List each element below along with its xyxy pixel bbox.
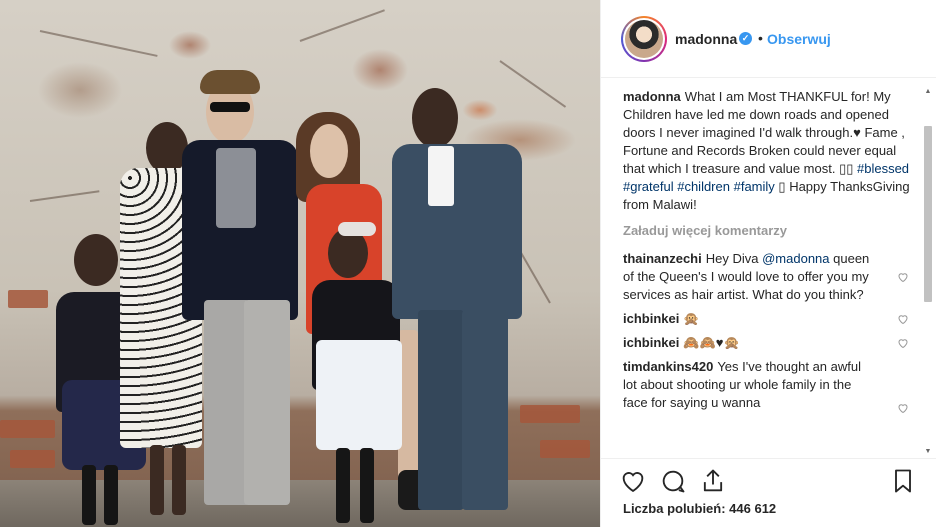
wall-crack xyxy=(39,30,158,57)
caption: madonna What I am Most THANKFUL for! My C… xyxy=(623,88,913,214)
wall-crack xyxy=(299,9,385,42)
comment-username[interactable]: thainanzechi xyxy=(623,251,702,266)
wall-brick xyxy=(0,420,55,438)
comment-item: ichbinkei 🙈🙈♥🙊 xyxy=(623,334,913,352)
hashtag-children[interactable]: #children xyxy=(677,179,730,194)
verified-badge-icon: ✓ xyxy=(739,32,752,45)
comment-text: 🙈🙈♥🙊 xyxy=(683,335,740,350)
avatar[interactable] xyxy=(621,16,667,62)
comment-icon[interactable] xyxy=(659,467,687,495)
wall-brick xyxy=(540,440,590,458)
caption-glyph: ▯ xyxy=(778,179,786,194)
post-photo[interactable] xyxy=(0,0,600,527)
username-link[interactable]: madonna xyxy=(675,31,737,47)
comment-item: thainanzechi Hey Diva @madonna queen of t… xyxy=(623,250,913,304)
wall-brick xyxy=(10,450,55,468)
heart-icon[interactable] xyxy=(619,467,647,495)
post-sidebar: madonna ✓ • Obserwuj madonna What I am Mo… xyxy=(600,0,936,527)
scroll-up-arrow[interactable]: ▲ xyxy=(923,88,933,98)
comment-text: Hey Diva xyxy=(705,251,763,266)
bookmark-icon[interactable] xyxy=(889,467,917,495)
comment-mention[interactable]: @madonna xyxy=(762,251,829,266)
wall-crack xyxy=(519,250,551,304)
share-icon[interactable] xyxy=(699,467,727,495)
load-more-comments-button[interactable]: Załaduj więcej komentarzy xyxy=(623,222,913,240)
hashtag-family[interactable]: #family xyxy=(734,179,775,194)
comment-username[interactable]: timdankins420 xyxy=(623,359,713,374)
caption-username[interactable]: madonna xyxy=(623,89,681,104)
heart-outline-icon[interactable] xyxy=(897,271,909,283)
caption-emoji: ▯▯ xyxy=(839,161,854,176)
scroll-down-arrow[interactable]: ▼ xyxy=(923,448,933,458)
likes-count[interactable]: Liczba polubień: 446 612 xyxy=(623,501,776,516)
heart-outline-icon[interactable] xyxy=(897,313,909,325)
heart-outline-icon[interactable] xyxy=(897,402,909,414)
separator-dot: • xyxy=(758,30,763,46)
hashtag-grateful[interactable]: #grateful xyxy=(623,179,674,194)
follow-button[interactable]: Obserwuj xyxy=(767,31,831,47)
comment-item: timdankins420 Yes I've thought an awful l… xyxy=(623,358,913,414)
action-bar: Liczba polubień: 446 612 xyxy=(601,458,936,527)
heart-outline-icon[interactable] xyxy=(897,337,909,349)
comment-username[interactable]: ichbinkei xyxy=(623,335,679,350)
comment-text: 🙊 xyxy=(683,311,700,326)
wall-brick xyxy=(8,290,48,308)
comments-scrollbar[interactable]: ▲ ▼ xyxy=(923,88,933,458)
wall-brick xyxy=(520,405,580,423)
hashtag-blessed[interactable]: #blessed xyxy=(857,161,909,176)
wall-crack xyxy=(499,60,567,108)
wall-crack xyxy=(29,190,100,202)
comments-list[interactable]: madonna What I am Most THANKFUL for! My C… xyxy=(623,88,913,458)
comment-username[interactable]: ichbinkei xyxy=(623,311,679,326)
post-header: madonna ✓ • Obserwuj xyxy=(601,0,936,78)
scroll-thumb[interactable] xyxy=(924,126,932,302)
comment-item: ichbinkei 🙊 xyxy=(623,310,913,328)
